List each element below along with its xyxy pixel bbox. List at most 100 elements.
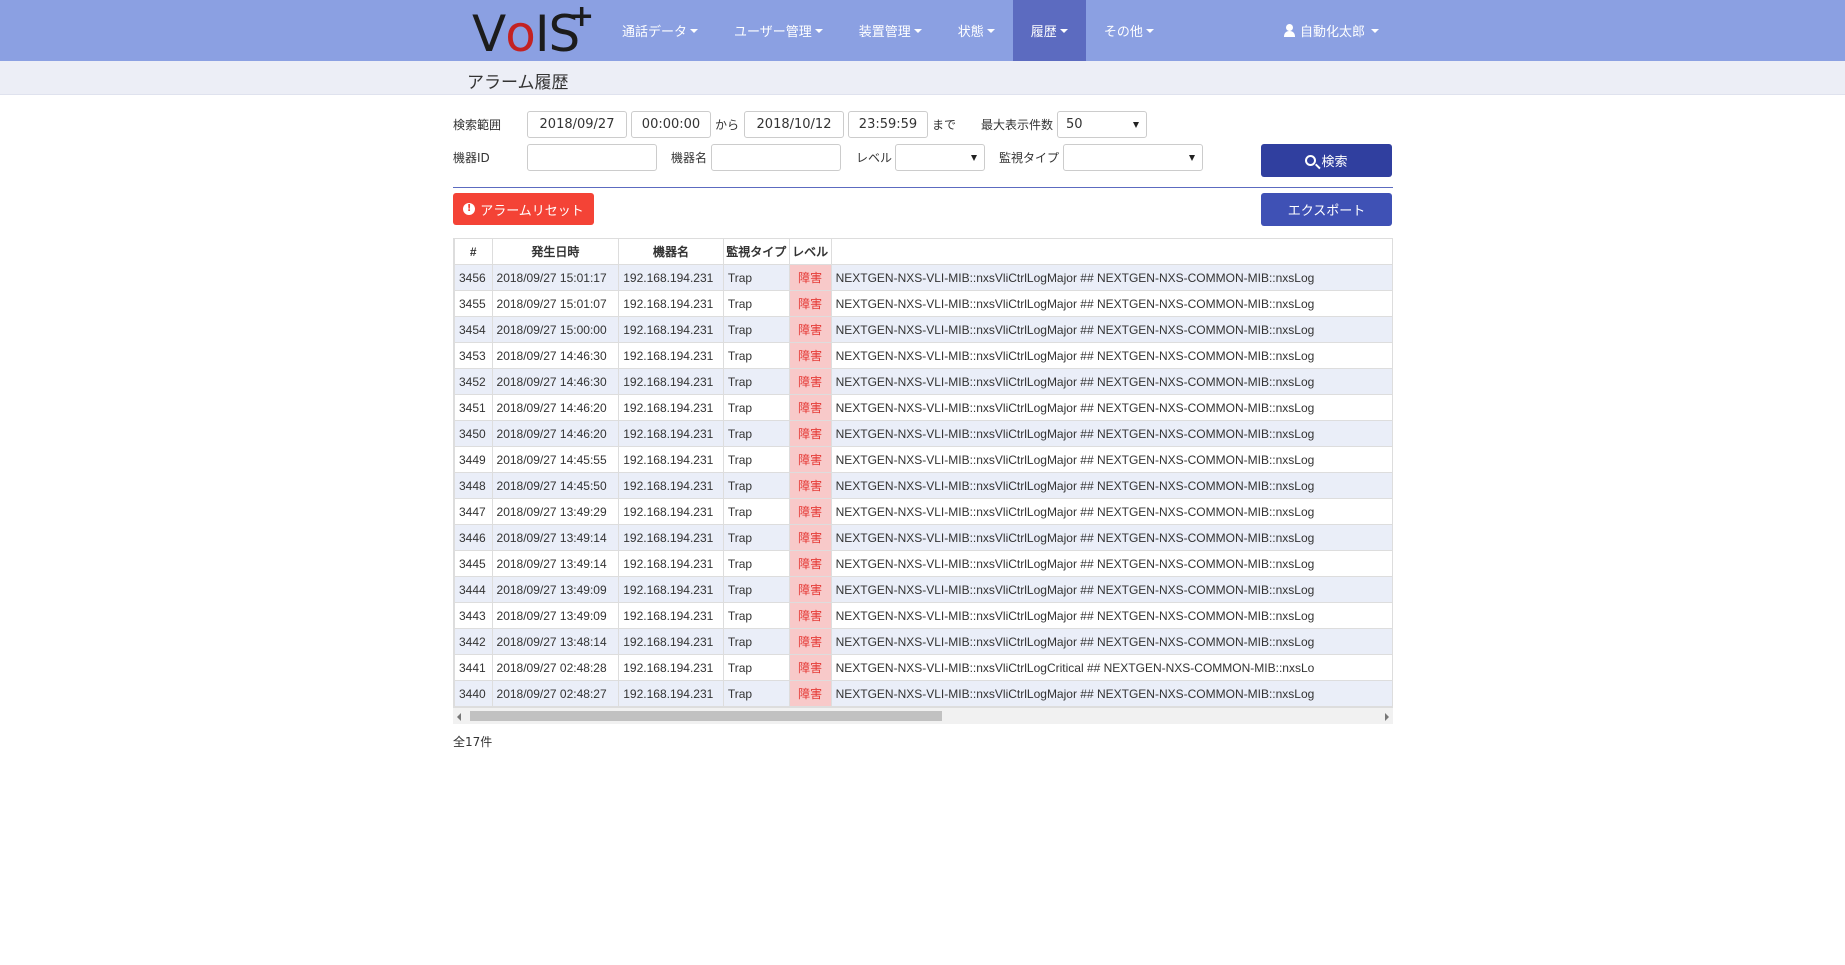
table-row[interactable]: 3443 2018/09/27 13:49:09 192.168.194.231 Tr… bbox=[454, 602, 1393, 629]
table-row[interactable]: 3454 2018/09/27 15:00:00 192.168.194.231 Tr… bbox=[454, 316, 1393, 343]
cell-occurred-at: 2018/09/27 13:49:14 bbox=[491, 524, 620, 551]
table-row[interactable]: 3442 2018/09/27 13:48:14 192.168.194.231 Tr… bbox=[454, 628, 1393, 655]
date-from-input[interactable]: 2018/09/27 bbox=[527, 111, 627, 138]
horizontal-scrollbar[interactable] bbox=[453, 707, 1393, 724]
cell-message: NEXTGEN-NXS-VLI-MIB::nxsVliCtrlLogMajor … bbox=[830, 498, 1393, 525]
cell-device-name: 192.168.194.231 bbox=[618, 602, 724, 629]
cell-occurred-at: 2018/09/27 15:00:00 bbox=[491, 316, 620, 343]
cell-occurred-at: 2018/09/27 13:49:09 bbox=[491, 576, 620, 603]
cell-monitor-type: Trap bbox=[722, 602, 790, 629]
table-row[interactable]: 3449 2018/09/27 14:45:55 192.168.194.231 Tr… bbox=[454, 446, 1393, 473]
alarm-history-table: # 発生日時 機器名 監視タイプ レベル 3456 2018/09/27 15:0… bbox=[454, 238, 1393, 707]
caret-down-icon bbox=[1145, 28, 1154, 33]
cell-device-name: 192.168.194.231 bbox=[618, 680, 724, 707]
device-name-input[interactable] bbox=[711, 144, 841, 171]
cell-device-name: 192.168.194.231 bbox=[618, 654, 724, 681]
cell-level: 障害 bbox=[788, 576, 832, 603]
export-button[interactable]: エクスポート bbox=[1261, 193, 1392, 226]
column-header-monitor-type[interactable]: 監視タイプ bbox=[722, 238, 790, 265]
cell-alarm-id: 3446 bbox=[454, 524, 493, 551]
cell-alarm-id: 3448 bbox=[454, 472, 493, 499]
cell-device-name: 192.168.194.231 bbox=[618, 290, 724, 317]
level-select[interactable] bbox=[895, 144, 985, 171]
table-row[interactable]: 3447 2018/09/27 13:49:29 192.168.194.231 Tr… bbox=[454, 498, 1393, 525]
nav-item-call-data[interactable]: 通話データ bbox=[604, 0, 716, 61]
table-row[interactable]: 3446 2018/09/27 13:49:14 192.168.194.231 Tr… bbox=[454, 524, 1393, 551]
table-row[interactable]: 3444 2018/09/27 13:49:09 192.168.194.231 Tr… bbox=[454, 576, 1393, 603]
nav-item-history[interactable]: 履歴 bbox=[1012, 0, 1086, 61]
monitor-type-select[interactable] bbox=[1063, 144, 1203, 171]
cell-alarm-id: 3456 bbox=[454, 264, 493, 291]
cell-occurred-at: 2018/09/27 14:46:30 bbox=[491, 342, 620, 369]
cell-message: NEXTGEN-NXS-VLI-MIB::nxsVliCtrlLogMajor … bbox=[830, 628, 1393, 655]
device-id-input[interactable] bbox=[527, 144, 657, 171]
cell-monitor-type: Trap bbox=[722, 368, 790, 395]
cell-alarm-id: 3455 bbox=[454, 290, 493, 317]
cell-level: 障害 bbox=[788, 316, 832, 343]
column-header-datetime[interactable]: 発生日時 bbox=[491, 238, 620, 265]
cell-alarm-id: 3447 bbox=[454, 498, 493, 525]
user-icon bbox=[1283, 24, 1296, 37]
column-header-device-name[interactable]: 機器名 bbox=[618, 238, 724, 265]
column-header-number[interactable]: # bbox=[454, 238, 493, 265]
table-row[interactable]: 3445 2018/09/27 13:49:14 192.168.194.231 Tr… bbox=[454, 550, 1393, 577]
search-button[interactable]: 検索 bbox=[1261, 144, 1392, 177]
cell-device-name: 192.168.194.231 bbox=[618, 368, 724, 395]
user-menu[interactable]: 自動化太郎 bbox=[1283, 0, 1380, 61]
table-row[interactable]: 3456 2018/09/27 15:01:17 192.168.194.231 Tr… bbox=[454, 264, 1393, 291]
cell-device-name: 192.168.194.231 bbox=[618, 498, 724, 525]
table-row[interactable]: 3453 2018/09/27 14:46:30 192.168.194.231 Tr… bbox=[454, 342, 1393, 369]
cell-message: NEXTGEN-NXS-VLI-MIB::nxsVliCtrlLogMajor … bbox=[830, 446, 1393, 473]
cell-alarm-id: 3443 bbox=[454, 602, 493, 629]
cell-device-name: 192.168.194.231 bbox=[618, 394, 724, 421]
cell-occurred-at: 2018/09/27 13:48:14 bbox=[491, 628, 620, 655]
nav-item-user-management[interactable]: ユーザー管理 bbox=[716, 0, 841, 61]
cell-monitor-type: Trap bbox=[722, 654, 790, 681]
cell-monitor-type: Trap bbox=[722, 394, 790, 421]
cell-message: NEXTGEN-NXS-VLI-MIB::nxsVliCtrlLogMajor … bbox=[830, 290, 1393, 317]
nav-item-other[interactable]: その他 bbox=[1086, 0, 1172, 61]
nav-item-status[interactable]: 状態 bbox=[940, 0, 1013, 61]
scroll-right-arrow-icon[interactable] bbox=[1385, 713, 1389, 721]
nav-menu: 通話データ ユーザー管理 装置管理 状態 履歴 その他 bbox=[604, 0, 1172, 61]
page-title: アラーム履歴 bbox=[467, 73, 569, 93]
user-name: 自動化太郎 bbox=[1300, 25, 1366, 40]
cell-device-name: 192.168.194.231 bbox=[618, 628, 724, 655]
cell-occurred-at: 2018/09/27 02:48:28 bbox=[491, 654, 620, 681]
cell-device-name: 192.168.194.231 bbox=[618, 420, 724, 447]
cell-occurred-at: 2018/09/27 14:46:20 bbox=[491, 420, 620, 447]
alarm-reset-button[interactable]: ! アラームリセット bbox=[453, 193, 594, 225]
from-label: から bbox=[715, 118, 740, 132]
caret-down-icon bbox=[690, 28, 699, 33]
cell-level: 障害 bbox=[788, 550, 832, 577]
cell-alarm-id: 3441 bbox=[454, 654, 493, 681]
nav-item-device-management[interactable]: 装置管理 bbox=[841, 0, 940, 61]
vois-logo[interactable]: Vo IS + bbox=[472, 2, 594, 60]
device-id-label: 機器ID bbox=[453, 151, 490, 165]
table-row[interactable]: 3451 2018/09/27 14:46:20 192.168.194.231 Tr… bbox=[454, 394, 1393, 421]
date-to-input[interactable]: 2018/10/12 bbox=[744, 111, 844, 138]
max-display-select[interactable]: 50 bbox=[1057, 111, 1147, 138]
table-row[interactable]: 3450 2018/09/27 14:46:20 192.168.194.231 Tr… bbox=[454, 420, 1393, 447]
table-row[interactable]: 3440 2018/09/27 02:48:27 192.168.194.231 Tr… bbox=[454, 680, 1393, 707]
table-row[interactable]: 3448 2018/09/27 14:45:50 192.168.194.231 Tr… bbox=[454, 472, 1393, 499]
cell-level: 障害 bbox=[788, 446, 832, 473]
cell-occurred-at: 2018/09/27 13:49:14 bbox=[491, 550, 620, 577]
form-divider bbox=[453, 187, 1393, 188]
cell-alarm-id: 3445 bbox=[454, 550, 493, 577]
column-header-message[interactable] bbox=[830, 238, 1393, 265]
table-row[interactable]: 3441 2018/09/27 02:48:28 192.168.194.231 Tr… bbox=[454, 654, 1393, 681]
time-from-input[interactable]: 00:00:00 bbox=[631, 111, 711, 138]
column-header-level[interactable]: レベル bbox=[788, 238, 832, 265]
cell-monitor-type: Trap bbox=[722, 524, 790, 551]
scrollbar-thumb[interactable] bbox=[470, 711, 942, 721]
time-to-input[interactable]: 23:59:59 bbox=[848, 111, 928, 138]
cell-monitor-type: Trap bbox=[722, 420, 790, 447]
table-row[interactable]: 3452 2018/09/27 14:46:30 192.168.194.231 Tr… bbox=[454, 368, 1393, 395]
select-arrow-icon bbox=[1189, 155, 1195, 161]
cell-alarm-id: 3449 bbox=[454, 446, 493, 473]
scroll-left-arrow-icon[interactable] bbox=[457, 713, 461, 721]
table-row[interactable]: 3455 2018/09/27 15:01:07 192.168.194.231 Tr… bbox=[454, 290, 1393, 317]
cell-occurred-at: 2018/09/27 14:45:55 bbox=[491, 446, 620, 473]
cell-level: 障害 bbox=[788, 498, 832, 525]
